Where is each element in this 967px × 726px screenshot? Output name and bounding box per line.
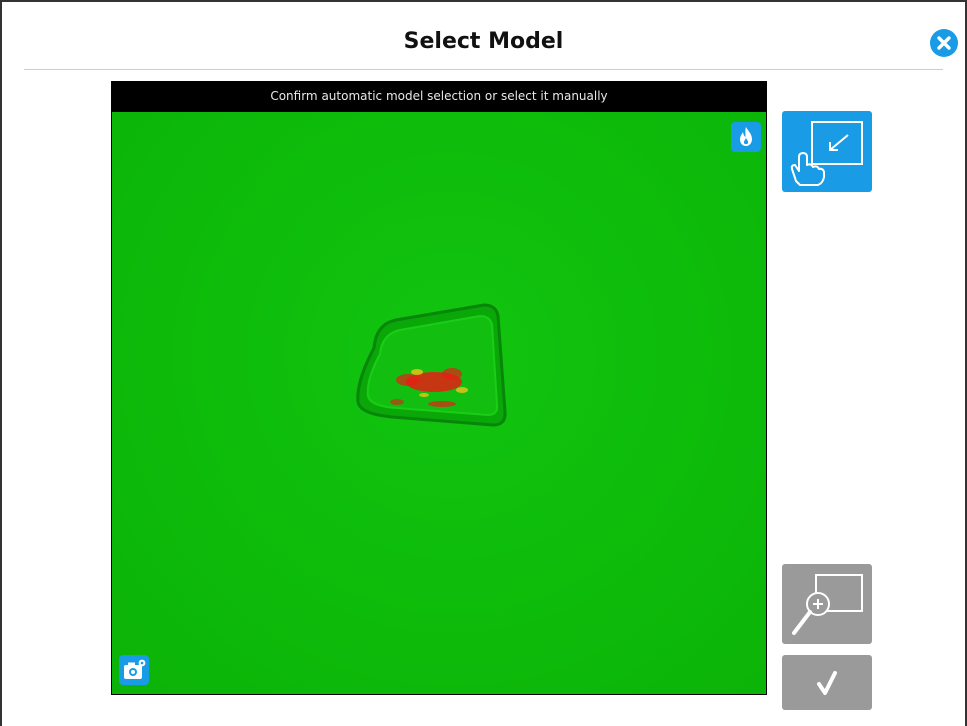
close-icon (937, 36, 951, 50)
checkmark-icon (817, 671, 837, 695)
close-button[interactable] (930, 29, 958, 57)
select-region-button[interactable] (782, 111, 872, 192)
zoom-button[interactable] (782, 564, 872, 644)
camera-viewer: Confirm automatic model selection or sel… (111, 81, 767, 695)
camera-settings-button[interactable] (119, 655, 149, 685)
title-divider (24, 69, 943, 70)
flame-icon (740, 127, 752, 146)
detected-object (356, 303, 507, 427)
dialog-title: Select Model (403, 29, 564, 54)
window-frame-left (0, 0, 2, 726)
hand-select-region-icon (790, 121, 863, 186)
zoom-in-icon (792, 574, 863, 635)
hotspot-toggle-button[interactable] (731, 122, 761, 152)
camera-settings-icon (124, 659, 146, 679)
confirm-button[interactable] (782, 655, 872, 710)
camera-image[interactable] (112, 112, 766, 694)
viewer-instruction: Confirm automatic model selection or sel… (270, 89, 608, 103)
